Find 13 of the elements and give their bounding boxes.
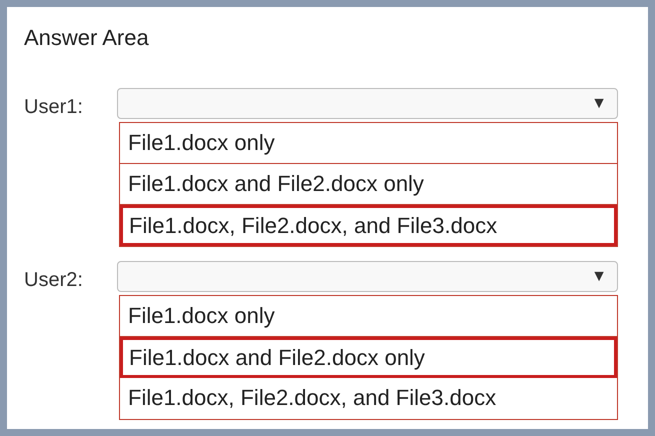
- answer-area-title: Answer Area: [24, 24, 150, 52]
- answer-option[interactable]: File1.docx and File2.docx only: [120, 164, 617, 205]
- answer-option[interactable]: File1.docx only: [120, 123, 617, 164]
- answer-option[interactable]: File1.docx and File2.docx only: [120, 337, 617, 378]
- answer-option[interactable]: File1.docx only: [120, 296, 617, 337]
- answer-option[interactable]: File1.docx, File2.docx, and File3.docx: [120, 205, 617, 246]
- user-label: User1:: [24, 95, 84, 120]
- dropdown[interactable]: ▼: [117, 88, 618, 119]
- dropdown[interactable]: ▼: [117, 261, 618, 292]
- user-label: User2:: [24, 268, 84, 293]
- answer-option[interactable]: File1.docx, File2.docx, and File3.docx: [120, 378, 617, 419]
- dropdown-arrow-icon: ▼: [591, 92, 607, 116]
- dropdown-arrow-icon: ▼: [591, 264, 607, 288]
